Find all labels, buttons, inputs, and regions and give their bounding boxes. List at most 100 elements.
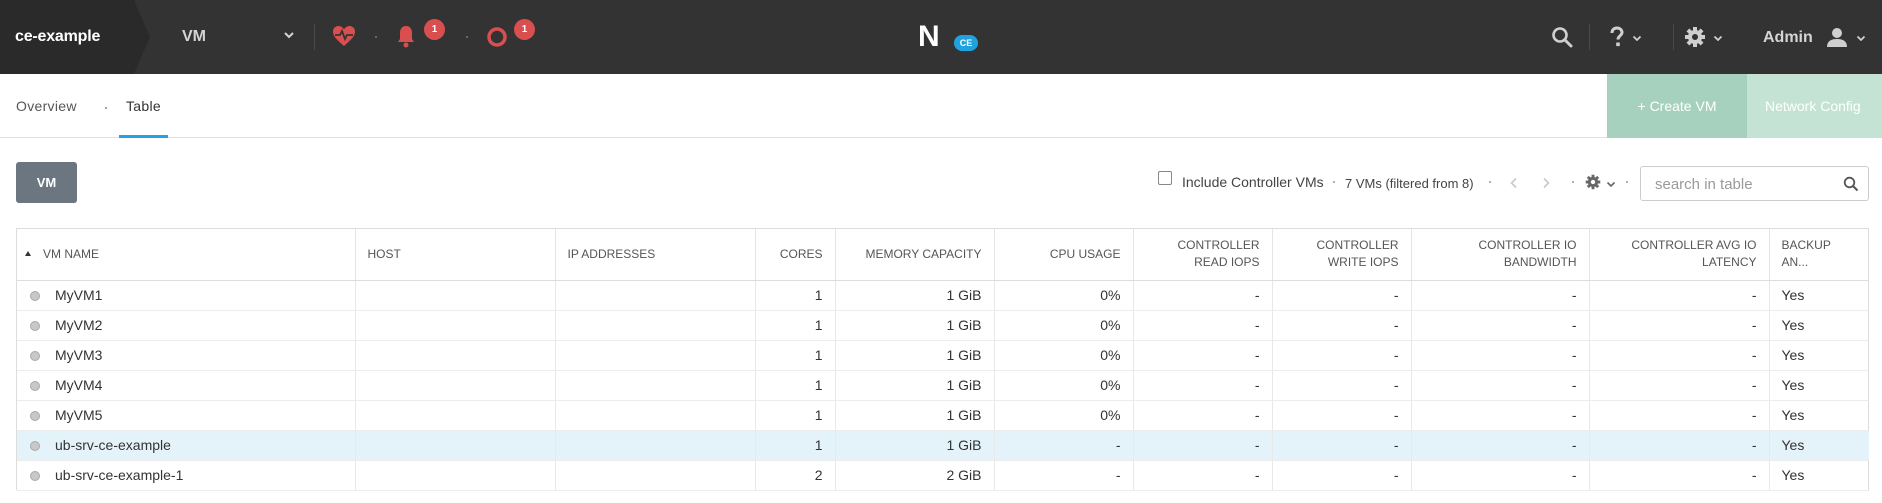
cluster-arrow	[134, 0, 150, 74]
cell-vm-name[interactable]: MyVM1	[17, 280, 356, 311]
network-config-button[interactable]: Network Config	[1747, 74, 1882, 138]
cell-controller-write-iops: -	[1272, 340, 1412, 371]
prev-page-icon[interactable]	[1509, 177, 1519, 189]
cell-vm-name[interactable]: MyVM3	[17, 340, 356, 371]
cell-cpu-usage: 0%	[994, 400, 1134, 431]
vm-type-button[interactable]: VM	[16, 162, 77, 203]
cell-controller-write-iops: -	[1272, 400, 1412, 431]
create-vm-button[interactable]: + Create VM	[1607, 74, 1747, 138]
power-state-icon	[30, 291, 40, 301]
cell-controller-read-iops: -	[1133, 430, 1273, 461]
cell-controller-write-iops: -	[1272, 460, 1412, 491]
alerts-badge[interactable]: 1	[424, 19, 445, 40]
vm-name-text[interactable]: MyVM3	[55, 347, 102, 363]
table-search[interactable]	[1640, 166, 1869, 201]
col-header-cores[interactable]: CORES	[755, 229, 836, 281]
vm-name-text[interactable]: ub-srv-ce-example-1	[55, 467, 183, 483]
col-header-memory-capacity[interactable]: MEMORY CAPACITY	[835, 229, 995, 281]
chevron-down-icon[interactable]	[1632, 35, 1642, 42]
col-header-vm-name[interactable]: VM NAME	[17, 229, 356, 281]
vm-name-text[interactable]: MyVM1	[55, 287, 102, 303]
cell-cores: 1	[755, 370, 836, 401]
cluster-name[interactable]: ce-example	[0, 0, 134, 74]
help-icon[interactable]	[1609, 26, 1625, 48]
vm-name-text[interactable]: MyVM2	[55, 317, 102, 333]
tasks-circle-icon[interactable]	[486, 24, 508, 48]
col-header-controller-io-bandwidth[interactable]: CONTROLLER IO BANDWIDTH	[1411, 229, 1590, 281]
chevron-down-icon[interactable]	[1856, 35, 1866, 42]
table-row[interactable]: ub-srv-ce-example 1 1 GiB - - - - - Yes	[17, 430, 1869, 461]
cell-controller-read-iops: -	[1133, 280, 1273, 311]
table-row[interactable]: MyVM1 1 1 GiB 0% - - - - Yes	[17, 280, 1869, 311]
vm-name-text[interactable]: ub-srv-ce-example	[55, 437, 171, 453]
tasks-badge[interactable]: 1	[514, 19, 535, 40]
cell-cpu-usage: 0%	[994, 340, 1134, 371]
col-header-ip-addresses[interactable]: IP ADDRESSES	[555, 229, 756, 281]
search-input[interactable]	[1655, 174, 1825, 194]
vm-name-text[interactable]: MyVM5	[55, 407, 102, 423]
power-state-icon	[30, 321, 40, 331]
cell-cores: 1	[755, 310, 836, 341]
tab-table[interactable]: Table	[119, 74, 168, 138]
cell-ip-addresses	[555, 340, 756, 371]
cell-host	[355, 460, 556, 491]
user-name[interactable]: Admin	[1763, 0, 1813, 76]
logo-ce-badge: CE	[954, 35, 978, 51]
cell-controller-read-iops: -	[1133, 400, 1273, 431]
table-row[interactable]: MyVM2 1 1 GiB 0% - - - - Yes	[17, 310, 1869, 341]
table-row[interactable]: MyVM5 1 1 GiB 0% - - - - Yes	[17, 400, 1869, 431]
cell-controller-read-iops: -	[1133, 460, 1273, 491]
separator-dot	[1333, 181, 1335, 183]
table-settings-gear-icon[interactable]	[1585, 174, 1601, 190]
alert-bell-icon[interactable]	[396, 24, 416, 48]
col-header-host[interactable]: HOST	[355, 229, 556, 281]
gear-icon[interactable]	[1684, 26, 1706, 48]
cell-controller-io-bandwidth: -	[1411, 280, 1590, 311]
next-page-icon[interactable]	[1541, 177, 1551, 189]
include-controller-vms-checkbox[interactable]	[1158, 171, 1172, 185]
search-icon[interactable]	[1551, 26, 1573, 48]
cell-memory-capacity: 1 GiB	[835, 430, 995, 461]
include-controller-vms-label[interactable]: Include Controller VMs	[1182, 174, 1324, 190]
cell-controller-read-iops: -	[1133, 310, 1273, 341]
cell-backup: Yes	[1769, 280, 1869, 311]
col-header-cpu-usage[interactable]: CPU USAGE	[994, 229, 1134, 281]
cell-ip-addresses	[555, 280, 756, 311]
cell-vm-name[interactable]: ub-srv-ce-example-1	[17, 460, 356, 491]
separator-dot	[1572, 181, 1574, 183]
chevron-down-icon[interactable]	[1606, 181, 1616, 188]
cell-memory-capacity: 1 GiB	[835, 310, 995, 341]
cell-memory-capacity: 1 GiB	[835, 280, 995, 311]
col-header-controller-read-iops[interactable]: CONTROLLER READ IOPS	[1133, 229, 1273, 281]
table-row[interactable]: MyVM3 1 1 GiB 0% - - - - Yes	[17, 340, 1869, 371]
cell-cores: 2	[755, 460, 836, 491]
col-header-controller-avg-io-latency[interactable]: CONTROLLER AVG IO LATENCY	[1589, 229, 1770, 281]
tab-overview[interactable]: Overview	[16, 74, 77, 138]
cell-cpu-usage: 0%	[994, 280, 1134, 311]
cell-vm-name[interactable]: MyVM4	[17, 370, 356, 401]
table-row[interactable]: ub-srv-ce-example-1 2 2 GiB - - - - - Yes	[17, 460, 1869, 491]
chevron-down-icon[interactable]	[1713, 35, 1723, 42]
cell-vm-name[interactable]: ub-srv-ce-example	[17, 430, 356, 461]
col-header-backup[interactable]: BACKUP AN...	[1769, 229, 1869, 281]
cell-vm-name[interactable]: MyVM5	[17, 400, 356, 431]
cell-controller-avg-io-latency: -	[1589, 340, 1770, 371]
health-heart-icon[interactable]	[331, 24, 357, 48]
entity-menu-label[interactable]: VM	[182, 0, 206, 74]
search-icon[interactable]	[1843, 176, 1859, 192]
chevron-down-icon[interactable]	[283, 31, 295, 40]
power-state-icon	[30, 441, 40, 451]
power-state-icon	[30, 381, 40, 391]
cell-controller-avg-io-latency: -	[1589, 430, 1770, 461]
user-icon[interactable]	[1826, 26, 1848, 48]
divider	[314, 24, 315, 50]
col-header-controller-write-iops[interactable]: CONTROLLER WRITE IOPS	[1272, 229, 1412, 281]
cell-controller-avg-io-latency: -	[1589, 370, 1770, 401]
cell-vm-name[interactable]: MyVM2	[17, 310, 356, 341]
table-row[interactable]: MyVM4 1 1 GiB 0% - - - - Yes	[17, 370, 1869, 401]
prism-logo[interactable]: N CE	[918, 22, 978, 54]
cell-controller-io-bandwidth: -	[1411, 340, 1590, 371]
vm-name-text[interactable]: MyVM4	[55, 377, 102, 393]
cell-cores: 1	[755, 280, 836, 311]
cell-controller-avg-io-latency: -	[1589, 310, 1770, 341]
